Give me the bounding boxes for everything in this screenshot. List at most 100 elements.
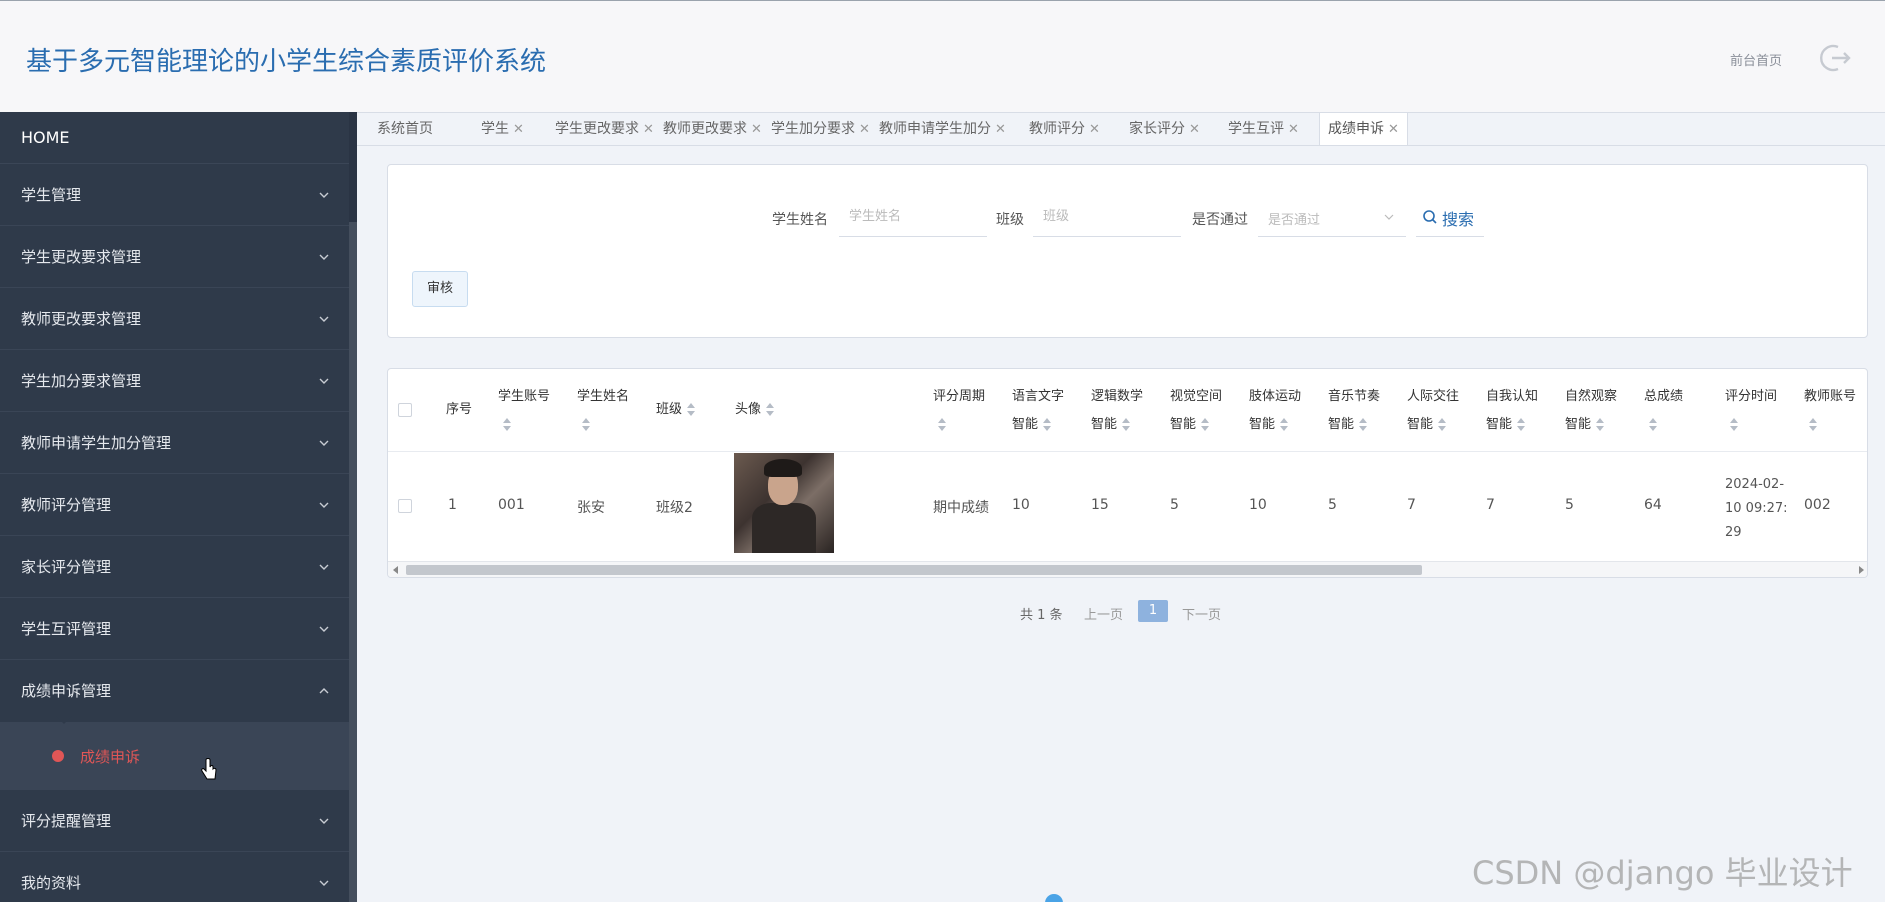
col-visual[interactable]: 视觉空间 智能 xyxy=(1170,383,1222,439)
tab-parent-score[interactable]: 家长评分 ✕ xyxy=(1129,113,1200,145)
cell-time-line: 29 xyxy=(1725,525,1742,540)
sort-icon[interactable] xyxy=(1808,417,1818,432)
close-icon[interactable]: ✕ xyxy=(751,122,762,137)
class-input[interactable] xyxy=(1033,197,1181,237)
sidebar-item-student[interactable]: 学生管理 xyxy=(0,164,349,226)
col-teacher[interactable]: 教师账号 xyxy=(1804,383,1856,439)
close-icon[interactable]: ✕ xyxy=(1089,122,1100,137)
tab-teacher-score[interactable]: 教师评分 ✕ xyxy=(1029,113,1100,145)
col-label: 肢体运动 xyxy=(1249,389,1302,404)
close-icon[interactable]: ✕ xyxy=(1288,122,1299,137)
sort-icon[interactable] xyxy=(502,417,512,432)
tab-home[interactable]: 系统首页 xyxy=(377,113,433,145)
sort-icon[interactable] xyxy=(1200,417,1210,432)
cell-name: 张安 xyxy=(577,500,605,516)
sort-icon[interactable] xyxy=(1729,417,1739,432)
sidebar-scrollbar-thumb[interactable] xyxy=(349,222,357,902)
col-label: 总成绩 xyxy=(1644,389,1684,404)
col-label: 学生账号 xyxy=(498,389,551,404)
sidebar-item-student-change[interactable]: 学生更改要求管理 xyxy=(0,226,349,288)
sort-icon[interactable] xyxy=(1279,417,1289,432)
sort-icon[interactable] xyxy=(1437,417,1447,432)
col-intrapersonal[interactable]: 自我认知 智能 xyxy=(1486,383,1538,439)
close-icon[interactable]: ✕ xyxy=(995,122,1006,137)
tab-label: 教师申请学生加分 xyxy=(879,121,991,137)
col-account[interactable]: 学生账号 xyxy=(498,383,550,439)
prev-page-button[interactable]: 上一页 xyxy=(1084,604,1123,623)
sidebar-scrollbar[interactable] xyxy=(349,112,357,902)
cell-total: 64 xyxy=(1644,497,1662,513)
tab-student-bonus[interactable]: 学生加分要求 ✕ xyxy=(771,113,870,145)
cell-nature: 5 xyxy=(1565,497,1574,513)
tab-teacher-bonus[interactable]: 教师申请学生加分 ✕ xyxy=(879,113,1006,145)
sidebar-item-appeal[interactable]: 成绩申诉管理 xyxy=(0,660,349,722)
col-music[interactable]: 音乐节奏 智能 xyxy=(1328,383,1380,439)
cell-class: 班级2 xyxy=(656,500,693,516)
hand-cursor-icon xyxy=(201,758,217,780)
front-home-link[interactable]: 前台首页 xyxy=(1730,50,1782,69)
sort-icon[interactable] xyxy=(937,417,947,432)
sidebar-item-teacher-bonus[interactable]: 教师申请学生加分管理 xyxy=(0,412,349,474)
sort-icon[interactable] xyxy=(1595,417,1605,432)
cell-language: 10 xyxy=(1012,497,1030,513)
sort-icon[interactable] xyxy=(581,417,591,432)
cell-time-line: 10 09:27: xyxy=(1725,501,1788,516)
col-period[interactable]: 评分周期 xyxy=(933,383,985,439)
student-name-input[interactable] xyxy=(839,197,987,237)
sidebar-subitem-appeal[interactable]: 成绩申诉 xyxy=(0,716,349,790)
sidebar-home[interactable]: HOME xyxy=(0,112,357,164)
col-index: 序号 xyxy=(446,402,473,417)
cell-time-line: 2024-02- xyxy=(1725,477,1785,492)
table-hscrollbar-thumb[interactable] xyxy=(406,565,1422,575)
passed-select[interactable]: 是否通过 xyxy=(1258,197,1406,237)
scroll-right-icon[interactable] xyxy=(1859,566,1864,574)
col-interpersonal[interactable]: 人际交往 智能 xyxy=(1407,383,1459,439)
sort-icon[interactable] xyxy=(1042,417,1052,432)
row-checkbox[interactable] xyxy=(398,499,412,513)
audit-button[interactable]: 审核 xyxy=(412,271,468,307)
sidebar-item-teacher-score[interactable]: 教师评分管理 xyxy=(0,474,349,536)
sort-icon[interactable] xyxy=(1516,417,1526,432)
close-icon[interactable]: ✕ xyxy=(643,122,654,137)
sidebar-item-parent-score[interactable]: 家长评分管理 xyxy=(0,536,349,598)
col-language[interactable]: 语言文字 智能 xyxy=(1012,383,1064,439)
student-avatar[interactable] xyxy=(734,453,834,553)
close-icon[interactable]: ✕ xyxy=(1189,122,1200,137)
sidebar-item-student-bonus[interactable]: 学生加分要求管理 xyxy=(0,350,349,412)
select-all-checkbox[interactable] xyxy=(398,403,412,417)
close-icon[interactable]: ✕ xyxy=(859,122,870,137)
sort-icon[interactable] xyxy=(1648,417,1658,432)
scroll-left-icon[interactable] xyxy=(393,566,398,574)
sort-icon[interactable] xyxy=(1121,417,1131,432)
close-icon[interactable]: ✕ xyxy=(513,122,524,137)
sidebar-item-peer-review[interactable]: 学生互评管理 xyxy=(0,598,349,660)
col-label: 智能 xyxy=(1486,417,1513,432)
floating-dot[interactable] xyxy=(1045,894,1063,902)
col-avatar[interactable]: 头像 xyxy=(735,396,775,424)
col-nature[interactable]: 自然观察 智能 xyxy=(1565,383,1617,439)
col-time[interactable]: 评分时间 xyxy=(1725,383,1777,439)
table-hscrollbar[interactable] xyxy=(388,561,1867,577)
logout-icon[interactable] xyxy=(1818,41,1852,75)
col-class[interactable]: 班级 xyxy=(656,396,696,424)
col-body[interactable]: 肢体运动 智能 xyxy=(1249,383,1301,439)
chevron-down-icon xyxy=(319,880,329,886)
tab-appeal[interactable]: 成绩申诉 ✕ xyxy=(1319,113,1408,145)
page-number-current[interactable]: 1 xyxy=(1138,600,1168,622)
col-total[interactable]: 总成绩 xyxy=(1644,383,1683,439)
tab-teacher-change[interactable]: 教师更改要求 ✕ xyxy=(663,113,762,145)
next-page-button[interactable]: 下一页 xyxy=(1182,604,1221,623)
search-button[interactable]: 搜索 xyxy=(1416,197,1484,237)
sidebar-item-profile[interactable]: 我的资料 xyxy=(0,852,349,902)
sort-icon[interactable] xyxy=(765,402,775,417)
col-logic[interactable]: 逻辑数学 智能 xyxy=(1091,383,1143,439)
tab-peer-review[interactable]: 学生互评 ✕ xyxy=(1228,113,1299,145)
tab-student-change[interactable]: 学生更改要求 ✕ xyxy=(555,113,654,145)
close-icon[interactable]: ✕ xyxy=(1388,122,1399,137)
col-name[interactable]: 学生姓名 xyxy=(577,383,629,439)
sidebar-item-teacher-change[interactable]: 教师更改要求管理 xyxy=(0,288,349,350)
sort-icon[interactable] xyxy=(1358,417,1368,432)
sort-icon[interactable] xyxy=(686,402,696,417)
sidebar-item-reminder[interactable]: 评分提醒管理 xyxy=(0,790,349,852)
tab-student[interactable]: 学生 ✕ xyxy=(481,113,524,145)
